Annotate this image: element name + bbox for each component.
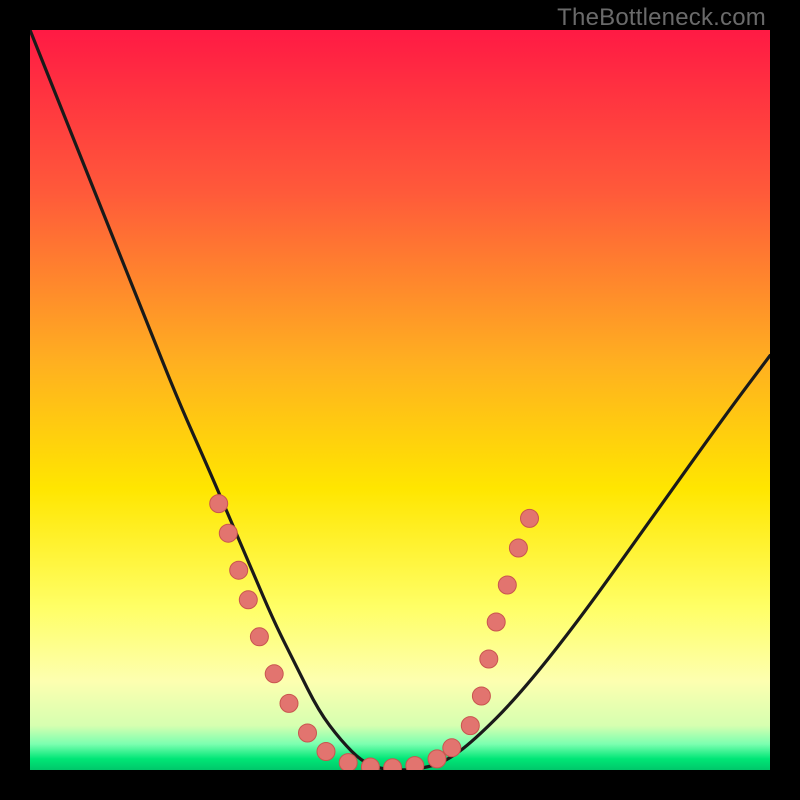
- curve-marker: [461, 717, 479, 735]
- watermark-text: TheBottleneck.com: [557, 4, 766, 32]
- curve-marker: [250, 628, 268, 646]
- chart-frame: [30, 30, 770, 770]
- curve-marker: [487, 613, 505, 631]
- curve-marker: [280, 694, 298, 712]
- curve-marker: [406, 757, 424, 770]
- bottleneck-curve-plot: [30, 30, 770, 770]
- curve-marker: [509, 539, 527, 557]
- curve-marker: [239, 591, 257, 609]
- curve-marker: [428, 750, 446, 768]
- bottleneck-curve: [30, 30, 770, 770]
- curve-marker: [265, 665, 283, 683]
- curve-marker: [384, 759, 402, 770]
- curve-marker: [339, 754, 357, 770]
- curve-marker: [443, 739, 461, 757]
- curve-marker: [480, 650, 498, 668]
- curve-marker: [230, 561, 248, 579]
- curve-marker: [472, 687, 490, 705]
- curve-marker: [299, 724, 317, 742]
- curve-marker: [498, 576, 516, 594]
- curve-marker: [317, 743, 335, 761]
- curve-marker: [219, 524, 237, 542]
- curve-marker: [521, 509, 539, 527]
- curve-marker: [210, 495, 228, 513]
- curve-markers: [210, 495, 539, 770]
